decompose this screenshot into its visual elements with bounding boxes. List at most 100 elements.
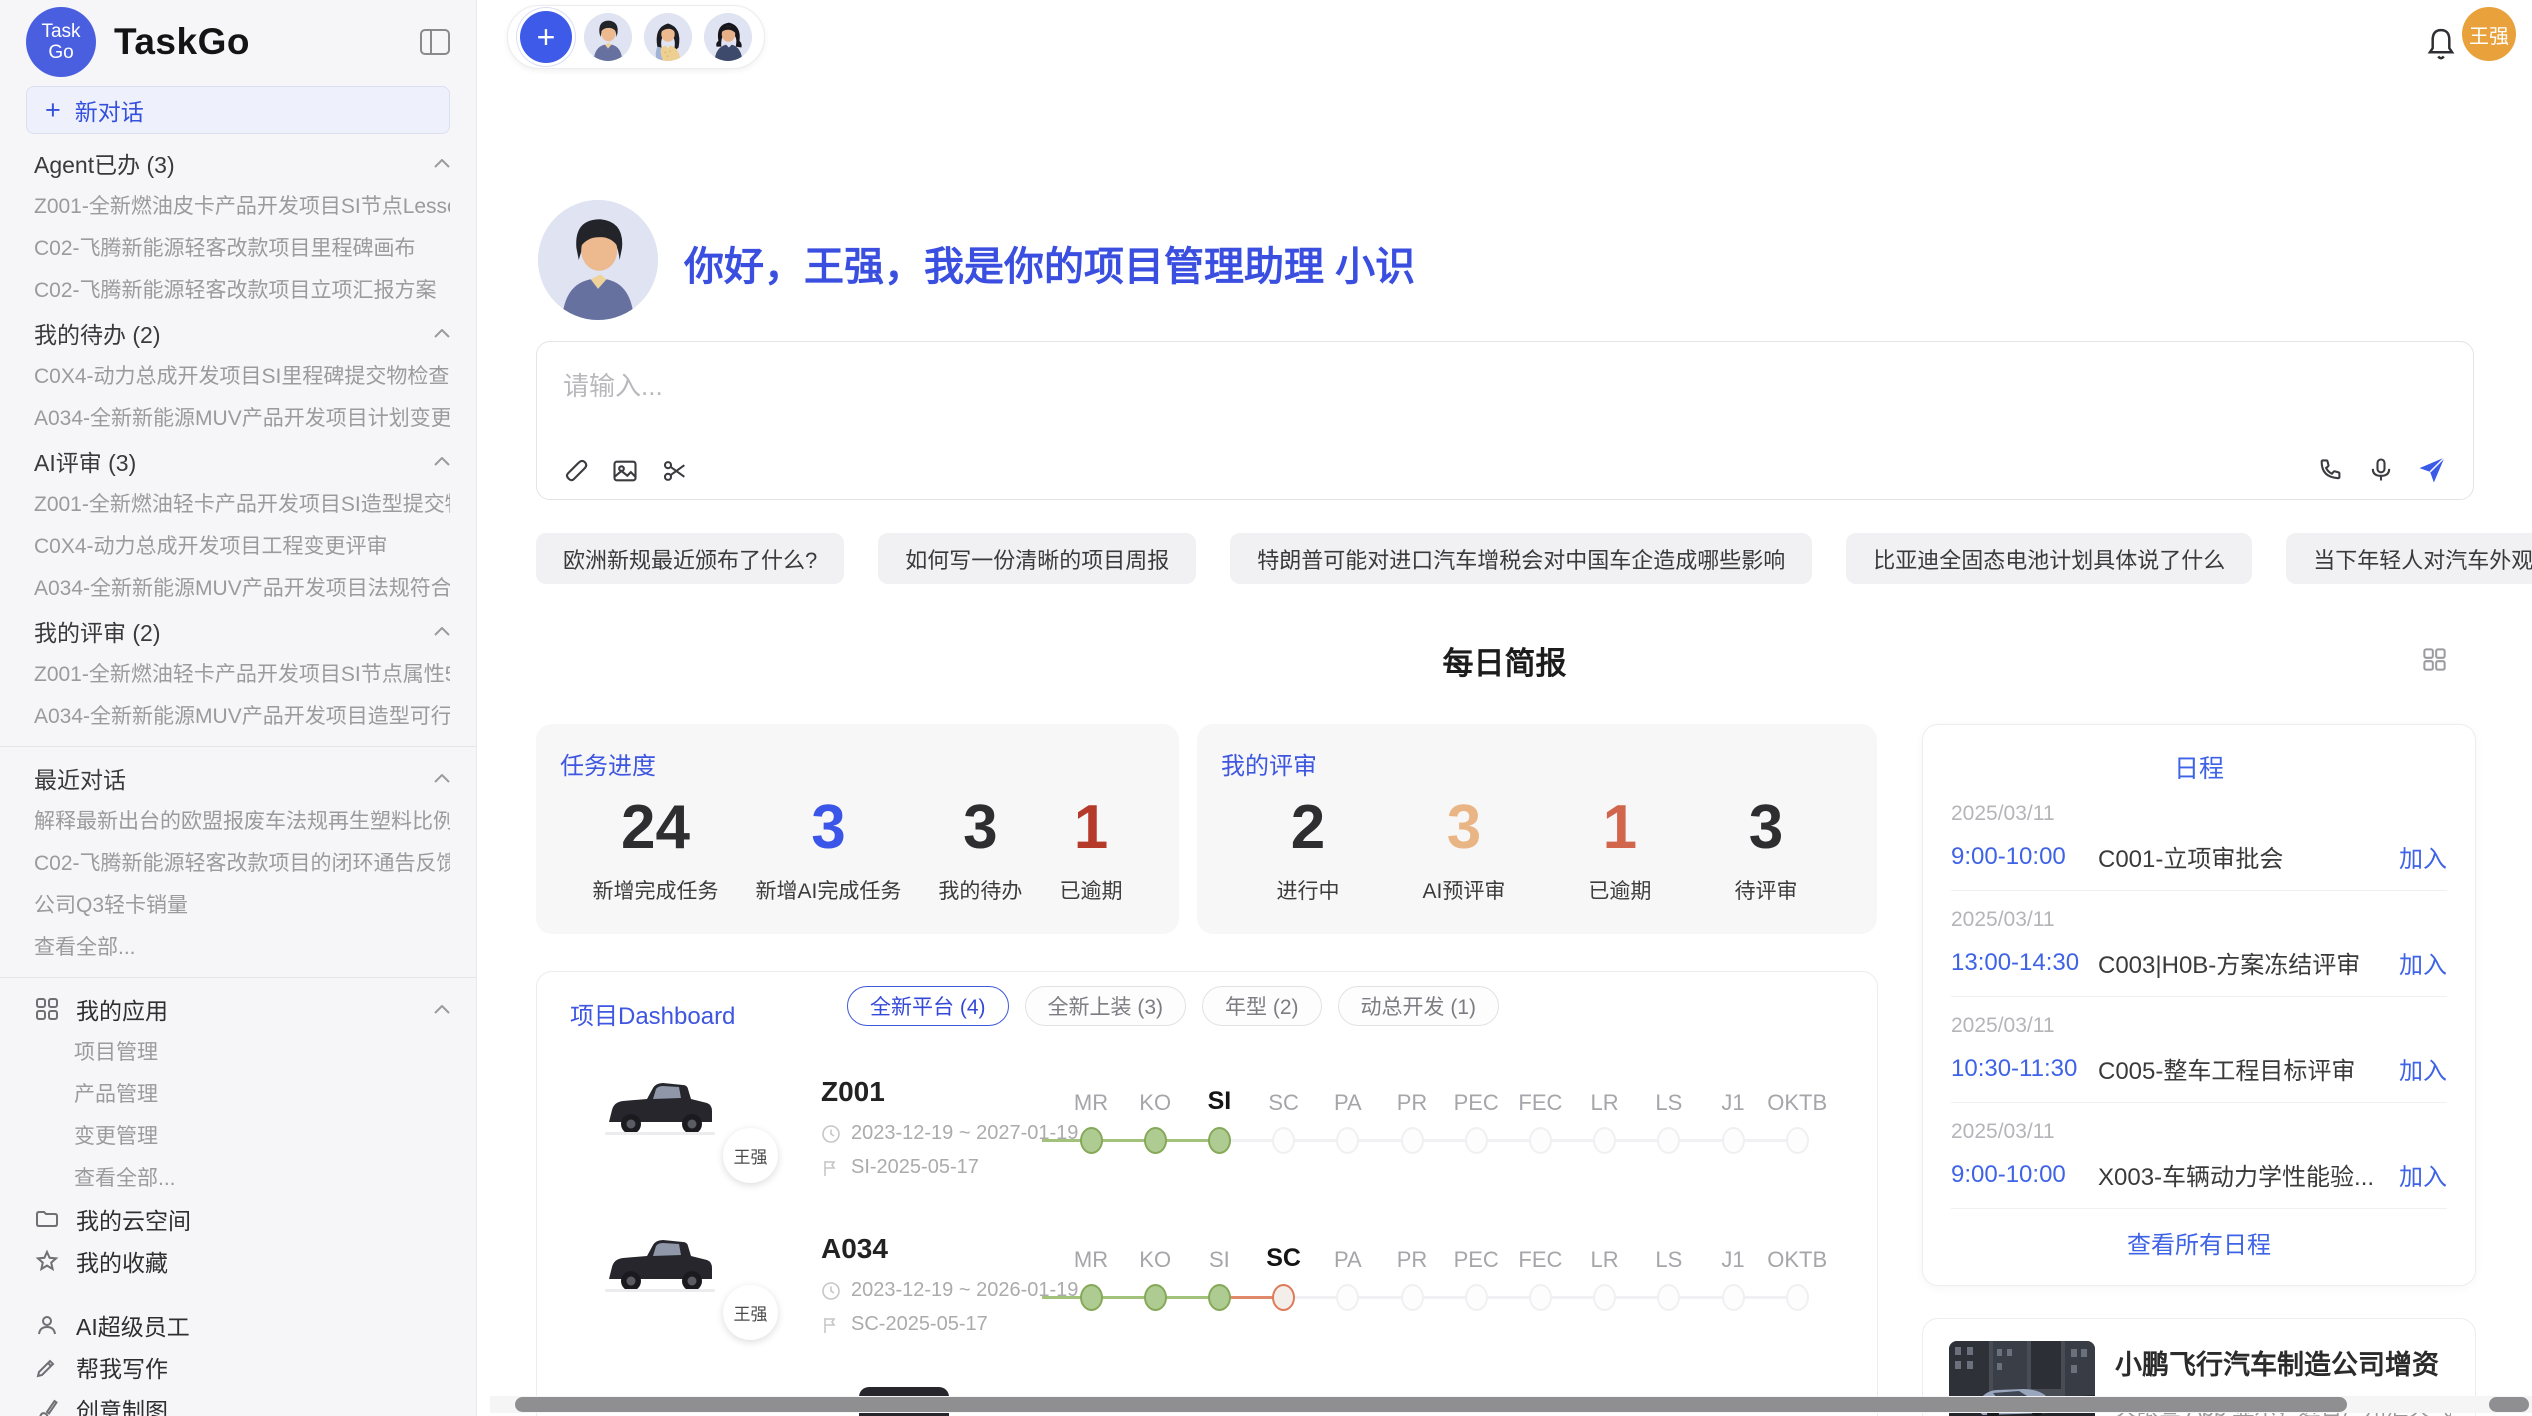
voice-call-icon[interactable] (2317, 456, 2345, 484)
chat-input[interactable] (561, 360, 2165, 412)
agent-avatar[interactable] (704, 13, 752, 61)
taskgo-logo: Task Go (26, 7, 96, 77)
stat-value: 3 (938, 791, 1022, 865)
app-item[interactable]: 变更管理 (34, 1114, 450, 1156)
section-header-recent-chats[interactable]: 最近对话 (34, 757, 450, 799)
user-avatar[interactable]: 王强 (2462, 7, 2516, 61)
sidebar-item-help-write[interactable]: 帮我写作 (34, 1346, 450, 1388)
agent-avatar[interactable] (644, 13, 692, 61)
event-date: 2025/03/11 (1951, 908, 2447, 932)
sidebar-item-favorites[interactable]: 我的收藏 (34, 1240, 450, 1282)
milestone-dot-FEC (1529, 1284, 1552, 1311)
milestone-dot-KO (1144, 1127, 1167, 1154)
join-link[interactable]: 加入 (2399, 1051, 2447, 1086)
sidebar: Task Go TaskGo + 新对话 Agent已办 (3) Z001-全新… (0, 0, 477, 1416)
chevron-up-icon[interactable] (434, 159, 450, 168)
sidebar-task-item[interactable]: Z001-全新燃油轻卡产品开发项目SI节点属性5D文件评审 (34, 652, 450, 694)
image-upload-icon[interactable] (611, 457, 639, 485)
join-link[interactable]: 加入 (2399, 945, 2447, 980)
task-progress-card: 任务进度 24 新增完成任务 3 新增AI完成任务 3 我的待办 (536, 724, 1179, 934)
sidebar-task-item[interactable]: C0X4-动力总成开发项目工程变更评审 (34, 524, 450, 566)
section-header-ai-review[interactable]: AI评审 (3) (34, 440, 450, 482)
dashboard-tab[interactable]: 动总开发 (1) (1338, 986, 1500, 1026)
section-header-my-todo[interactable]: 我的待办 (2) (34, 312, 450, 354)
milestone-dot-OKTB (1786, 1127, 1809, 1154)
notification-bell-icon[interactable] (2424, 26, 2458, 67)
stat-label: 新增完成任务 (593, 875, 719, 905)
milestone-dot-PEC (1465, 1127, 1488, 1154)
agent-avatar[interactable] (584, 13, 632, 61)
suggestion-chip[interactable]: 如何写一份清晰的项目周报 (878, 533, 1196, 584)
suggestion-chip[interactable]: 特朗普可能对进口汽车增税会对中国车企造成哪些影响 (1230, 533, 1812, 584)
milestone-dot-MR (1080, 1284, 1103, 1311)
suggestion-chip[interactable]: 欧洲新规最近颁布了什么? (536, 533, 844, 584)
chevron-up-icon[interactable] (434, 774, 450, 783)
sidebar-task-item[interactable]: C02-飞腾新能源轻客改款项目立项汇报方案 (34, 268, 450, 310)
recent-chat-item[interactable]: 解释最新出台的欧盟报废车法规再生塑料比例被调至15%... (34, 799, 450, 841)
schedule-list: 2025/03/11 9:00-10:00 C001-立项审批会 加入 2025… (1951, 785, 2447, 1209)
event-name: X003-车辆动力学性能验... (2098, 1157, 2399, 1192)
app-item[interactable]: 项目管理 (34, 1030, 450, 1072)
sidebar-item-cloud-space[interactable]: 我的云空间 (34, 1198, 450, 1240)
project-vehicle-image (595, 1223, 725, 1307)
dashboard-tab[interactable]: 年型 (2) (1202, 986, 1322, 1026)
milestone-dot-LR (1593, 1127, 1616, 1154)
app-item[interactable]: 查看全部... (34, 1156, 450, 1198)
stat-block: 24 新增完成任务 (593, 791, 719, 905)
sidebar-task-item[interactable]: Z001-全新燃油皮卡产品开发项目SI节点Lesson Learn报告 (34, 184, 450, 226)
milestone-dot-OKTB (1786, 1284, 1809, 1311)
sidebar-task-item[interactable]: A034-全新新能源MUV产品开发项目计划变更表编写 (34, 396, 450, 438)
stat-block: 3 AI预评审 (1423, 791, 1506, 905)
sidebar-task-item[interactable]: A034-全新新能源MUV产品开发项目造型可行性评审 (34, 694, 450, 736)
suggestion-chip[interactable]: 当下年轻人对汽车外观有怎样的喜好趋势 (2286, 533, 2532, 584)
folder-icon (34, 1208, 60, 1230)
sidebar-task-item[interactable]: C02-飞腾新能源轻客改款项目里程碑画布 (34, 226, 450, 268)
project-dates: 2023-12-19 ~ 2026-01-19 (821, 1279, 1078, 1302)
task-stats: 24 新增完成任务 3 新增AI完成任务 3 我的待办 1 已逾期 (560, 791, 1155, 905)
chevron-up-icon[interactable] (434, 1005, 450, 1014)
recent-chat-item[interactable]: C02-飞腾新能源轻客改款项目的闭环通告反馈情况 (34, 841, 450, 883)
recent-chat-item[interactable]: 查看全部... (34, 925, 450, 967)
agent-done-list: Z001-全新燃油皮卡产品开发项目SI节点Lesson Learn报告C02-飞… (34, 184, 450, 310)
sidebar-item-ai-staff[interactable]: AI超级员工 (34, 1304, 450, 1346)
pencil-icon (34, 1355, 60, 1379)
sidebar-task-item[interactable]: C0X4-动力总成开发项目SI里程碑提交物检查 (34, 354, 450, 396)
sidebar-task-item[interactable]: A034-全新新能源MUV产品开发项目法规符合性评审 (34, 566, 450, 608)
project-code[interactable]: A034 (821, 1233, 888, 1265)
project-row[interactable]: 王强Z0012023-12-19 ~ 2027-01-19SI-2025-05-… (537, 1066, 1877, 1223)
card-title: 任务进度 (560, 746, 1155, 781)
section-header-my-review[interactable]: 我的评审 (2) (34, 610, 450, 652)
recent-chat-item[interactable]: 公司Q3轻卡销量 (34, 883, 450, 925)
attach-file-icon[interactable] (561, 457, 589, 485)
microphone-icon[interactable] (2367, 456, 2395, 484)
chevron-up-icon[interactable] (434, 329, 450, 338)
add-agent-button[interactable]: + (520, 11, 572, 63)
suggestion-chip[interactable]: 比亚迪全固态电池计划具体说了什么 (1846, 533, 2252, 584)
scrollbar-corner[interactable] (2489, 1397, 2529, 1412)
dashboard-tab[interactable]: 全新上装 (3) (1025, 986, 1187, 1026)
dashboard-tab[interactable]: 全新平台 (4) (847, 986, 1009, 1026)
join-link[interactable]: 加入 (2399, 839, 2447, 874)
join-link[interactable]: 加入 (2399, 1157, 2447, 1192)
event-time: 9:00-10:00 (1951, 843, 2098, 871)
send-icon[interactable] (2417, 455, 2447, 485)
milestone-dot-J1 (1722, 1127, 1745, 1154)
scissors-icon[interactable] (661, 457, 689, 485)
sidebar-collapse-icon[interactable] (420, 29, 450, 55)
sidebar-item-my-apps[interactable]: 我的应用 (34, 988, 450, 1030)
section-header-agent-done[interactable]: Agent已办 (3) (34, 142, 450, 184)
app-item[interactable]: 产品管理 (34, 1072, 450, 1114)
card-title: 我的评审 (1221, 746, 1853, 781)
my-review-card: 我的评审 2 进行中 3 AI预评审 1 已逾期 3 (1197, 724, 1877, 934)
horizontal-scrollbar-thumb[interactable] (515, 1397, 2347, 1412)
stat-block: 3 待评审 (1734, 791, 1797, 905)
project-row[interactable]: 王强A0342023-12-19 ~ 2026-01-19SC-2025-05-… (537, 1223, 1877, 1380)
chevron-up-icon[interactable] (434, 457, 450, 466)
sidebar-task-item[interactable]: Z001-全新燃油轻卡产品开发项目SI造型提交物评审 (34, 482, 450, 524)
layout-grid-icon[interactable] (2421, 646, 2448, 678)
sidebar-item-creative-draw[interactable]: 创意制图 (34, 1388, 450, 1416)
new-chat-button[interactable]: + 新对话 (26, 86, 450, 134)
view-all-schedule-link[interactable]: 查看所有日程 (1951, 1209, 2447, 1275)
project-code[interactable]: Z001 (821, 1076, 885, 1108)
chevron-up-icon[interactable] (434, 627, 450, 636)
